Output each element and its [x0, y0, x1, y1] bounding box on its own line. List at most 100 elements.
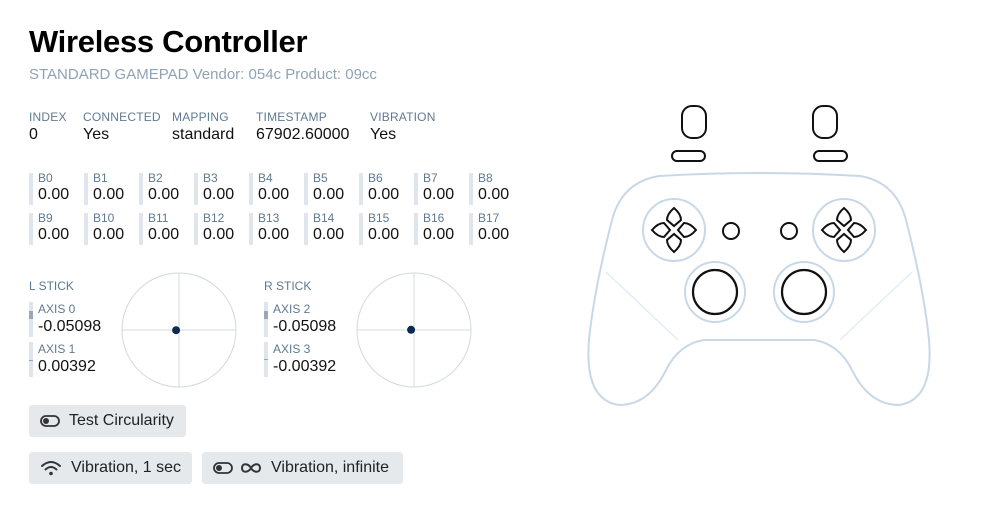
button-bar [139, 173, 143, 205]
right-stick-axis-y: AXIS 3 -0.00392 [264, 342, 336, 377]
page-title: Wireless Controller [29, 24, 308, 59]
button-bar [469, 213, 473, 245]
info-label: MAPPING [172, 110, 229, 124]
wifi-icon [40, 460, 62, 476]
info-label: TIMESTAMP [256, 110, 327, 124]
vibration-infinite-button[interactable]: Vibration, infinite [202, 452, 403, 484]
info-connected: CONNECTED Yes [83, 110, 161, 144]
button-label: B16 [423, 211, 445, 225]
button-bar [359, 173, 363, 205]
button-label: B17 [478, 211, 500, 225]
button-label: B3 [203, 171, 218, 185]
button-cell: B4 0.00 [249, 170, 304, 205]
button-cell: B2 0.00 [139, 170, 194, 205]
left-stick-title: L STICK [29, 279, 74, 293]
axis-label: AXIS 0 [38, 302, 76, 316]
button-value: 0.00 [368, 226, 400, 243]
controller-body [587, 172, 931, 407]
button-bar [249, 213, 253, 245]
button-label: B7 [423, 171, 438, 185]
info-label: CONNECTED [83, 110, 161, 124]
button-cell: B3 0.00 [194, 170, 249, 205]
axis-bar [264, 342, 268, 377]
infinity-icon [240, 462, 262, 474]
axis-fill [29, 310, 33, 320]
info-mapping: MAPPING standard [172, 110, 234, 144]
button-label: B5 [313, 171, 328, 185]
toggle-icon [40, 415, 60, 427]
button-label: B4 [258, 171, 273, 185]
info-label: INDEX [29, 110, 67, 124]
button-value: 0.00 [258, 186, 290, 203]
button-bar [359, 213, 363, 245]
vibration-1sec-label: Vibration, 1 sec [71, 459, 181, 476]
dpad-right [676, 221, 698, 239]
info-value: Yes [83, 126, 110, 143]
button-label: B14 [313, 211, 335, 225]
button-cell: B17 0.00 [469, 210, 524, 245]
info-value: 67902.60000 [256, 126, 350, 143]
button-bar [29, 173, 33, 205]
axis-value: -0.05098 [273, 318, 337, 335]
toggle-icon [213, 462, 233, 474]
left-stick-axis-y: AXIS 1 0.00392 [29, 342, 96, 377]
right-bumper [813, 150, 848, 162]
button-label: B8 [478, 171, 493, 185]
button-cell: B14 0.00 [304, 210, 359, 245]
button-value: 0.00 [203, 186, 235, 203]
axis-value: -0.05098 [38, 318, 102, 335]
device-subtitle: STANDARD GAMEPAD Vendor: 054c Product: 0… [29, 66, 377, 83]
info-value: standard [172, 126, 235, 143]
dpad-down [665, 232, 683, 254]
button-bar [414, 213, 418, 245]
button-value: 0.00 [93, 226, 125, 243]
info-value: 0 [29, 126, 38, 143]
button-value: 0.00 [478, 226, 510, 243]
left-thumbstick [691, 268, 739, 316]
button-bar [414, 173, 418, 205]
axis-bar [264, 302, 268, 337]
button-cell: B7 0.00 [414, 170, 469, 205]
axis-label: AXIS 2 [273, 302, 311, 316]
button-value: 0.00 [148, 186, 180, 203]
face-button-top [835, 206, 853, 228]
axis-fill [264, 358, 268, 360]
dpad-left [650, 221, 672, 239]
button-cell: B0 0.00 [29, 170, 84, 205]
left-grip-line [605, 271, 679, 341]
button-label: B9 [38, 211, 53, 225]
button-cell: B6 0.00 [359, 170, 414, 205]
test-circularity-label: Test Circularity [69, 412, 174, 429]
button-value: 0.00 [258, 226, 290, 243]
button-label: B11 [148, 211, 169, 225]
button-bar [29, 213, 33, 245]
vibration-1sec-button[interactable]: Vibration, 1 sec [29, 452, 192, 484]
button-values-grid: B0 0.00 B1 0.00 B2 0.00 B3 0.00 B4 0.00 B5 0.0… [29, 170, 524, 245]
select-button [722, 222, 740, 240]
face-button-bottom [835, 232, 853, 254]
button-label: B2 [148, 171, 163, 185]
button-cell: B13 0.00 [249, 210, 304, 245]
left-stick-plot [121, 272, 237, 388]
button-bar [84, 213, 88, 245]
button-bar [194, 173, 198, 205]
right-thumbstick [780, 268, 828, 316]
button-value: 0.00 [423, 226, 455, 243]
button-cell: B5 0.00 [304, 170, 359, 205]
vibration-infinite-label: Vibration, infinite [271, 459, 389, 476]
controller-diagram [587, 105, 931, 407]
test-circularity-button[interactable]: Test Circularity [29, 405, 186, 437]
button-value: 0.00 [38, 186, 70, 203]
left-trigger [681, 105, 707, 139]
axis-fill [29, 359, 33, 361]
button-value: 0.00 [368, 186, 400, 203]
button-value: 0.00 [203, 226, 235, 243]
button-bar [249, 173, 253, 205]
button-value: 0.00 [93, 186, 125, 203]
button-cell: B16 0.00 [414, 210, 469, 245]
start-button [780, 222, 798, 240]
button-bar [194, 213, 198, 245]
axis-value: 0.00392 [38, 358, 96, 375]
info-index: INDEX 0 [29, 110, 67, 144]
right-stick-plot [356, 272, 472, 388]
